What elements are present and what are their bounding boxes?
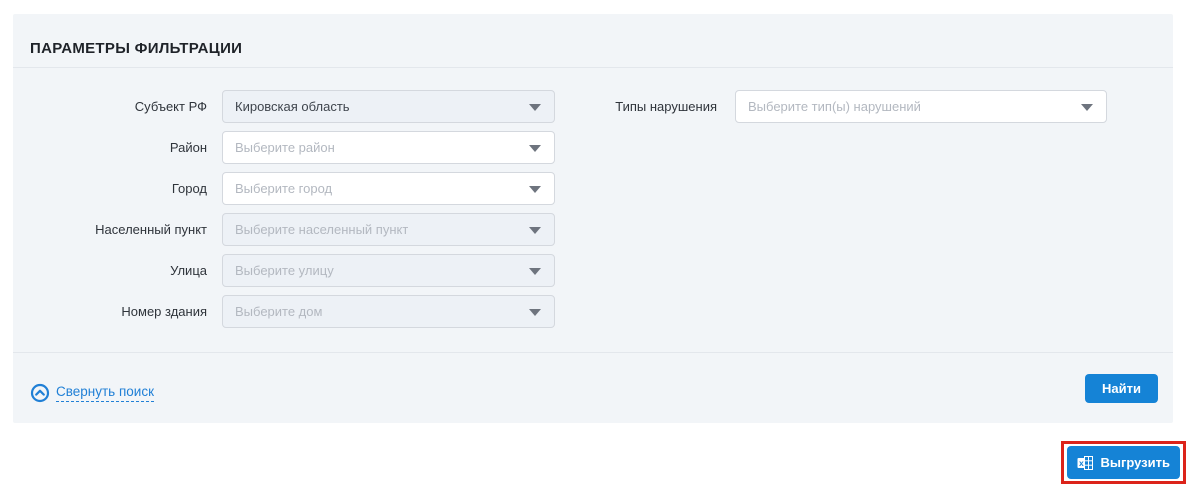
settlement-placeholder: Выберите населенный пункт	[235, 222, 408, 237]
chevron-down-icon	[529, 227, 541, 234]
district-label: Район	[13, 131, 207, 164]
chevron-up-circle-icon	[30, 383, 50, 403]
violation-types-select[interactable]: Выберите тип(ы) нарушений	[735, 90, 1107, 123]
excel-icon: x	[1077, 455, 1094, 471]
filter-row-city: Город Выберите город	[13, 172, 1173, 205]
filter-row-street: Улица Выберите улицу	[13, 254, 1173, 287]
export-button-label: Выгрузить	[1100, 455, 1170, 470]
export-highlight-box: x Выгрузить	[1061, 441, 1186, 484]
district-select[interactable]: Выберите район	[222, 131, 555, 164]
building-number-placeholder: Выберите дом	[235, 304, 322, 319]
violation-types-label: Типы нарушения	[517, 90, 717, 123]
building-number-label: Номер здания	[13, 295, 207, 328]
settlement-label: Населенный пункт	[13, 213, 207, 246]
chevron-down-icon	[529, 268, 541, 275]
footer-divider	[13, 352, 1173, 353]
collapse-search-link[interactable]: Свернуть поиск	[30, 383, 154, 403]
street-label: Улица	[13, 254, 207, 287]
find-button[interactable]: Найти	[1085, 374, 1158, 403]
city-placeholder: Выберите город	[235, 181, 332, 196]
export-button[interactable]: x Выгрузить	[1067, 446, 1180, 479]
district-placeholder: Выберите район	[235, 140, 335, 155]
chevron-down-icon	[529, 309, 541, 316]
chevron-down-icon	[1081, 104, 1093, 111]
street-select[interactable]: Выберите улицу	[222, 254, 555, 287]
panel-title: ПАРАМЕТРЫ ФИЛЬТРАЦИИ	[30, 40, 242, 57]
header-divider	[13, 67, 1173, 68]
settlement-select[interactable]: Выберите населенный пункт	[222, 213, 555, 246]
city-select[interactable]: Выберите город	[222, 172, 555, 205]
filter-row-district: Район Выберите район	[13, 131, 1173, 164]
street-placeholder: Выберите улицу	[235, 263, 334, 278]
chevron-down-icon	[529, 145, 541, 152]
filter-row-violation-types: Типы нарушения Выберите тип(ы) нарушений	[13, 90, 1173, 123]
filter-row-settlement: Населенный пункт Выберите населенный пун…	[13, 213, 1173, 246]
building-number-select[interactable]: Выберите дом	[222, 295, 555, 328]
collapse-search-label: Свернуть поиск	[56, 384, 154, 402]
chevron-down-icon	[529, 186, 541, 193]
filter-panel: ПАРАМЕТРЫ ФИЛЬТРАЦИИ Субъект РФ Кировска…	[13, 14, 1173, 423]
filter-row-building: Номер здания Выберите дом	[13, 295, 1173, 328]
violation-types-placeholder: Выберите тип(ы) нарушений	[748, 99, 921, 114]
city-label: Город	[13, 172, 207, 205]
svg-text:x: x	[1079, 458, 1084, 468]
